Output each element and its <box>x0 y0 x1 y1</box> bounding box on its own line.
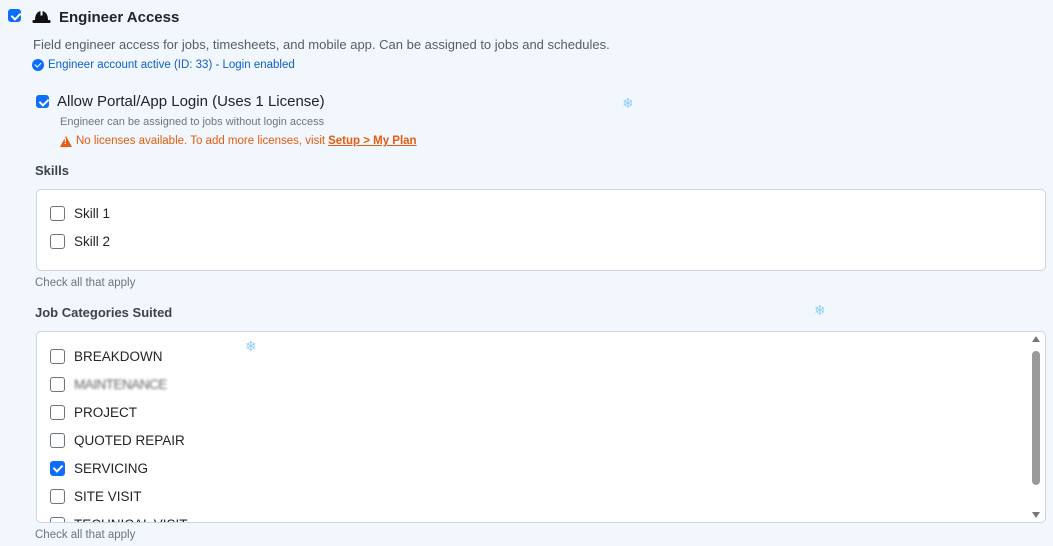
jobs-option-label: SITE VISIT <box>74 489 142 504</box>
jobs-option-label: PROJECT <box>74 405 138 420</box>
jobs-option-label: QUOTED REPAIR <box>74 433 185 448</box>
job-categories-list: BREAKDOWN MAINTENANCE PROJECT QUOTED REPAIR… <box>36 331 1046 523</box>
engineer-access-title: Engineer Access <box>59 9 180 26</box>
scrollbar-thumb[interactable] <box>1032 351 1040 485</box>
jobs-option[interactable]: MAINTENANCE <box>50 377 167 392</box>
check-circle-icon <box>32 59 44 71</box>
jobs-option-checkbox[interactable] <box>50 349 65 364</box>
account-status: Engineer account active (ID: 33) - Login… <box>32 59 295 71</box>
account-status-text: Engineer account active (ID: 33) - Login… <box>48 59 295 71</box>
job-categories-scrollbar[interactable] <box>1031 334 1041 520</box>
skills-option-label: Skill 2 <box>74 234 111 249</box>
jobs-option-checkbox[interactable] <box>50 517 65 522</box>
jobs-option-checkbox[interactable] <box>50 461 65 476</box>
skills-label: Skills <box>35 163 69 178</box>
jobs-option[interactable]: PROJECT <box>50 405 137 420</box>
jobs-option-checkbox[interactable] <box>50 433 65 448</box>
setup-my-plan-link[interactable]: Setup > My Plan <box>328 135 417 147</box>
jobs-option-label: TECHNICAL VISIT <box>74 517 188 522</box>
jobs-option[interactable]: TECHNICAL VISIT <box>50 517 188 522</box>
warning-triangle-icon <box>60 135 72 147</box>
jobs-option-checkbox[interactable] <box>50 489 65 504</box>
jobs-option-label: BREAKDOWN <box>74 349 163 364</box>
skills-option-checkbox[interactable] <box>50 234 65 249</box>
skills-option-checkbox[interactable] <box>50 206 65 221</box>
portal-login-label[interactable]: Allow Portal/App Login (Uses 1 License) <box>57 93 325 110</box>
skills-option[interactable]: Skill 1 <box>50 206 110 221</box>
scroll-up-icon[interactable] <box>1032 336 1040 342</box>
engineer-access-checkbox[interactable] <box>8 9 21 22</box>
portal-login-checkbox[interactable] <box>36 95 49 108</box>
jobs-option[interactable]: SITE VISIT <box>50 489 142 504</box>
jobs-option-checkbox[interactable] <box>50 405 65 420</box>
job-categories-label: Job Categories Suited <box>35 305 173 320</box>
portal-login-help: Engineer can be assigned to jobs without… <box>60 116 325 128</box>
jobs-option[interactable]: SERVICING <box>50 461 148 476</box>
snowflake-icon: ❄ <box>622 95 634 111</box>
jobs-option-checkbox[interactable] <box>50 377 65 392</box>
scroll-down-icon[interactable] <box>1032 512 1040 518</box>
skills-option-label: Skill 1 <box>74 206 111 221</box>
jobs-option-label: MAINTENANCE <box>74 377 167 392</box>
snowflake-icon: ❄ <box>245 338 257 354</box>
license-warning: No licenses available. To add more licen… <box>60 135 417 147</box>
jobs-option[interactable]: BREAKDOWN <box>50 349 163 364</box>
skills-list: Skill 1 Skill 2 <box>36 189 1046 271</box>
skills-help: Check all that apply <box>35 277 136 289</box>
jobs-option[interactable]: QUOTED REPAIR <box>50 433 185 448</box>
jobs-option-label: SERVICING <box>74 461 149 476</box>
license-warning-text: No licenses available. To add more licen… <box>76 135 326 147</box>
snowflake-icon: ❄ <box>814 302 826 318</box>
job-categories-help: Check all that apply <box>35 529 136 541</box>
engineer-access-description: Field engineer access for jobs, timeshee… <box>33 37 610 52</box>
skills-option[interactable]: Skill 2 <box>50 234 110 249</box>
hard-hat-icon <box>32 10 51 23</box>
